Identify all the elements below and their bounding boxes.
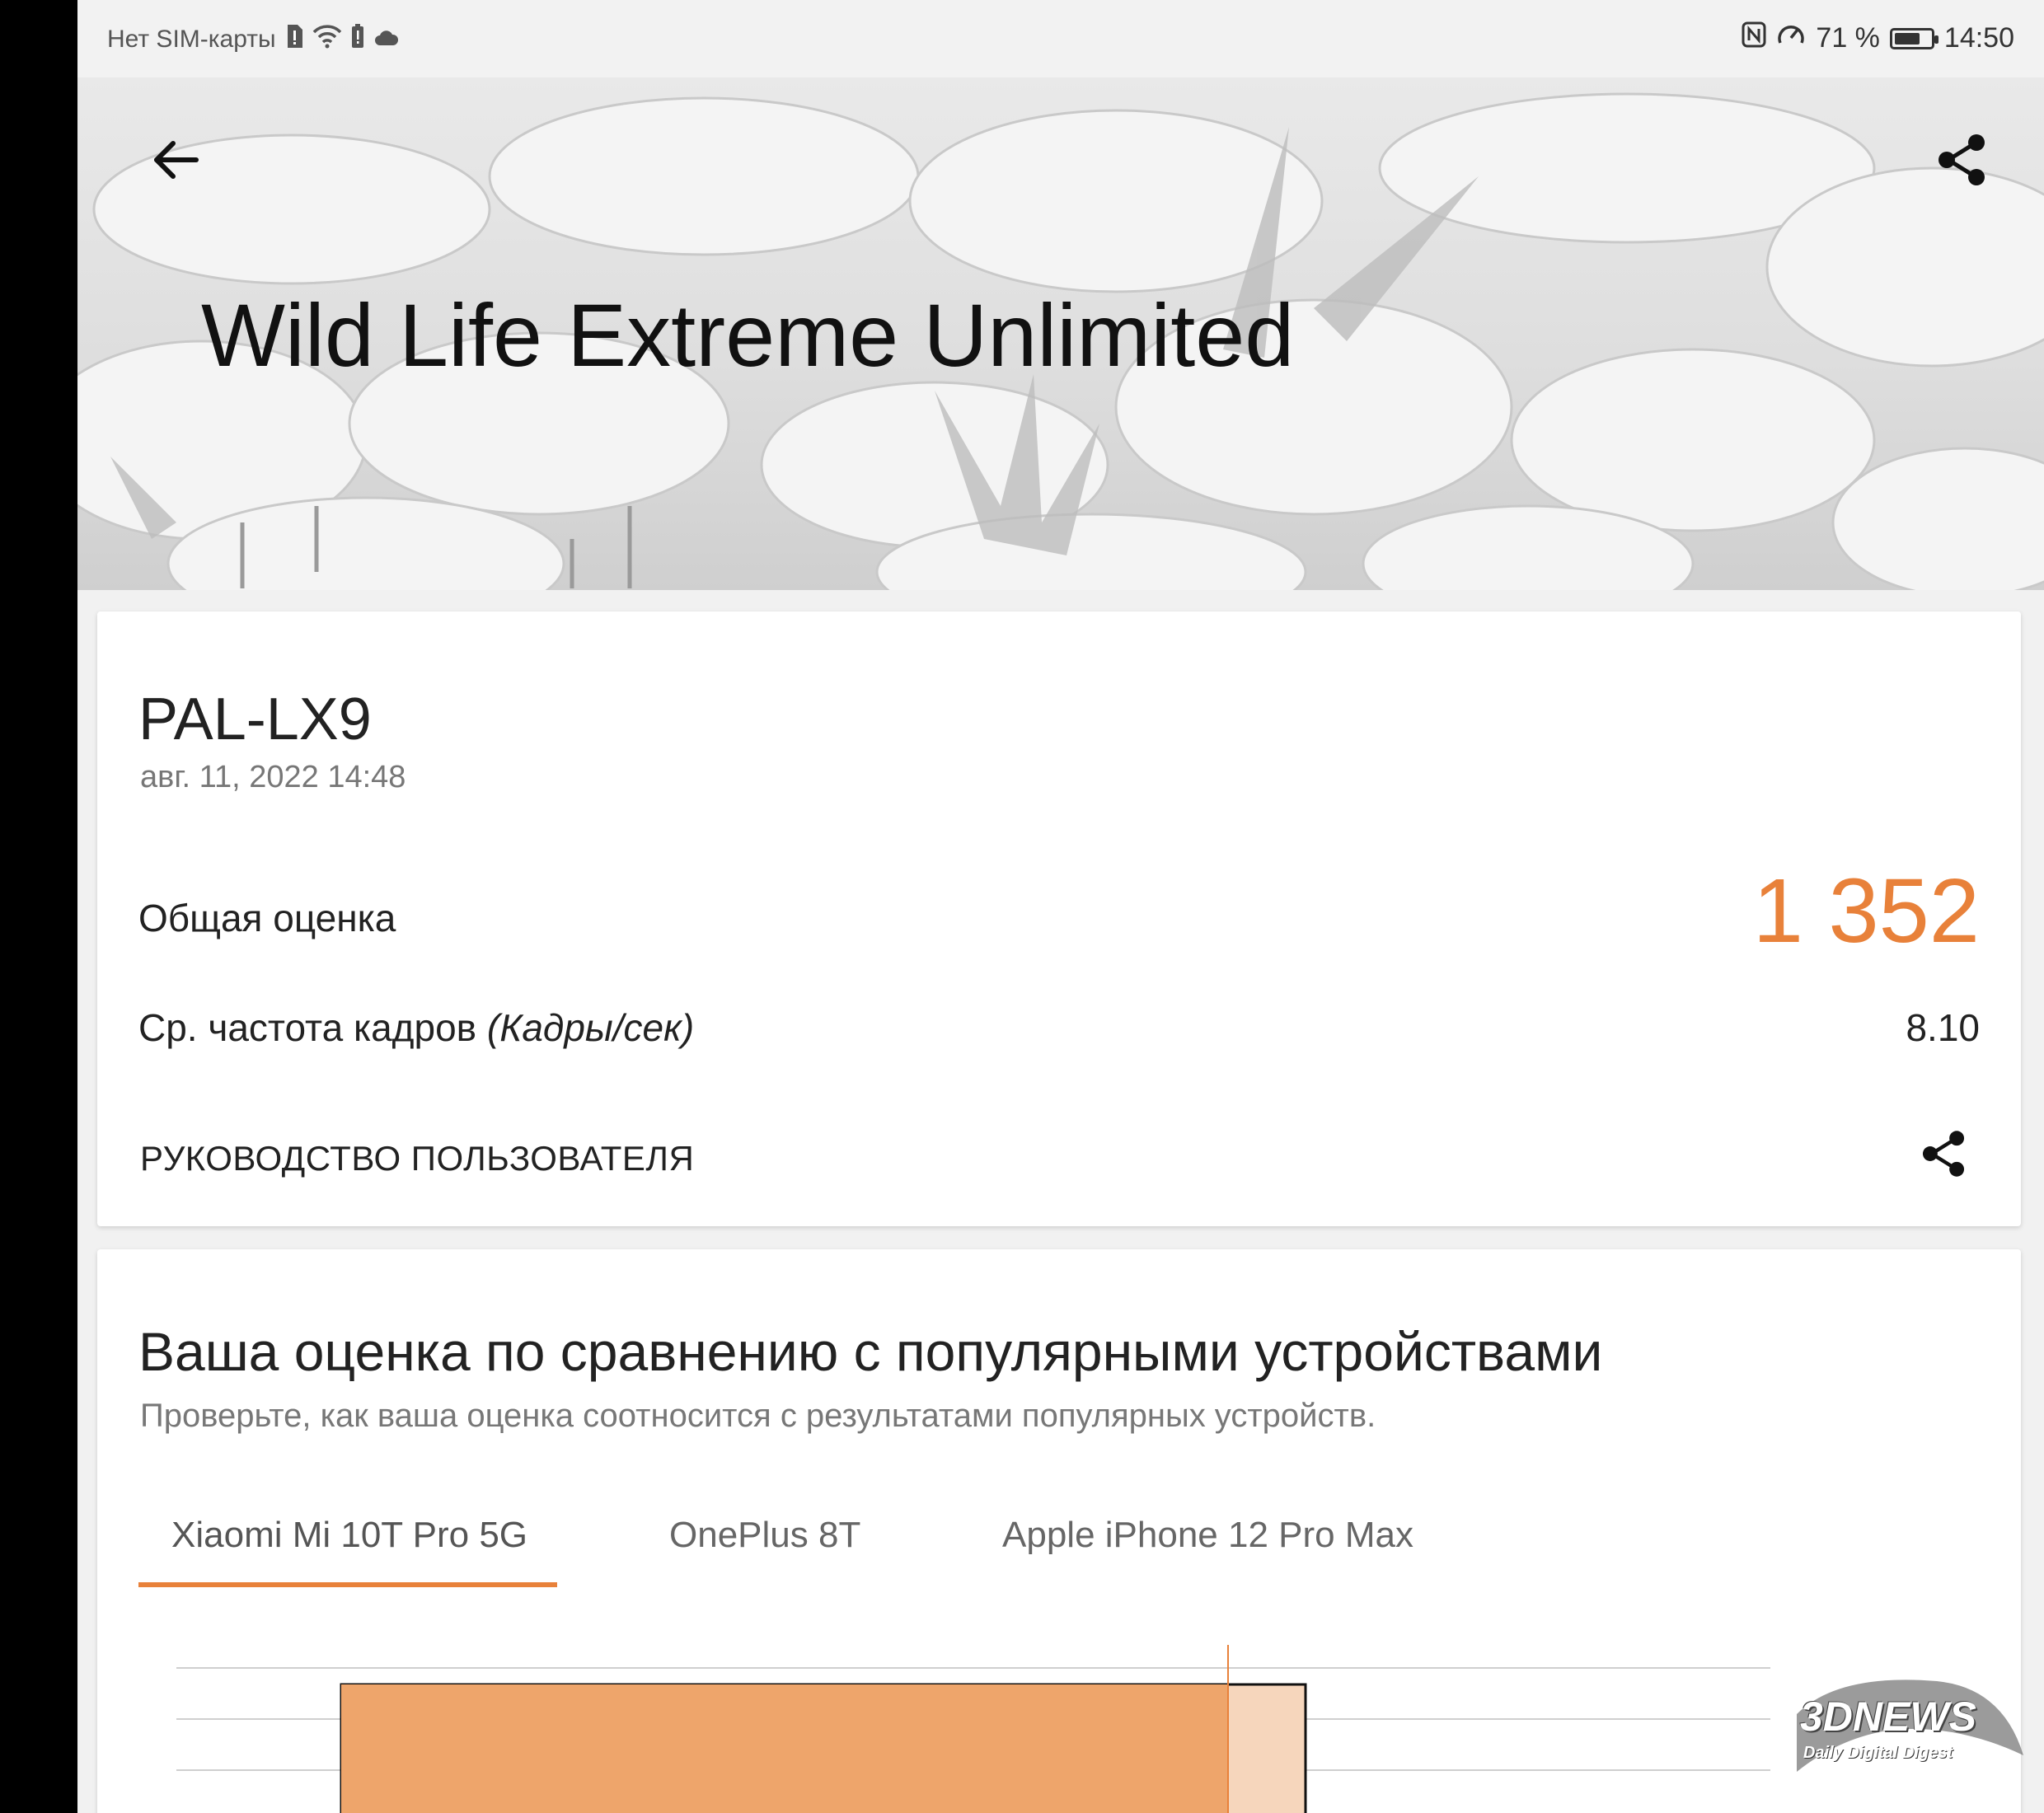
comparison-card: Ваша оценка по сравнению с популярными у… (97, 1249, 2021, 1813)
3dnews-watermark: 3DNEWS Daily Digital Digest (1788, 1665, 2028, 1780)
status-bar: Нет SIM-карты 71 % 14:50 (77, 0, 2044, 77)
fps-label-text: Ср. частота кадров (138, 1006, 477, 1049)
wifi-icon (312, 24, 342, 55)
battery-icon (1889, 27, 1939, 49)
comparison-chart (176, 1645, 1770, 1813)
status-right: 71 % 14:50 (1742, 21, 2014, 55)
result-date: авг. 11, 2022 14:48 (140, 760, 406, 794)
status-left: Нет SIM-карты (107, 23, 398, 56)
tab-xiaomi-mi-10t-pro[interactable]: Xiaomi Mi 10T Pro 5G (171, 1515, 527, 1556)
overall-score-value: 1 352 (1752, 860, 1980, 962)
tab-apple-iphone-12-pro-max[interactable]: Apple iPhone 12 Pro Max (1002, 1515, 1413, 1556)
user-guide-link[interactable]: РУКОВОДСТВО ПОЛЬЗОВАТЕЛЯ (140, 1139, 694, 1178)
device-name: PAL-LX9 (138, 686, 372, 752)
comparison-title: Ваша оценка по сравнению с популярными у… (138, 1321, 1603, 1382)
result-share-button[interactable] (1915, 1126, 1971, 1182)
share-icon (1939, 134, 1985, 185)
score-bar (341, 1684, 1228, 1813)
clock: 14:50 (1943, 22, 2014, 54)
arrow-left-icon (154, 141, 199, 179)
battery-alert-icon (350, 23, 365, 56)
carrier-text: Нет SIM-карты (107, 26, 276, 53)
app-screen: Нет SIM-карты 71 % 14:50 Wild Life Extre… (77, 0, 2044, 1813)
result-card: PAL-LX9 авг. 11, 2022 14:48 Общая оценка… (97, 611, 2021, 1226)
watermark-brand: 3DNEWS (1800, 1694, 1976, 1740)
battery-fill (1894, 32, 1920, 45)
comparison-subtitle: Проверьте, как ваша оценка соотносится с… (140, 1398, 1376, 1434)
fps-value: 8.10 (1906, 1006, 1980, 1049)
back-button[interactable] (143, 129, 206, 191)
share-icon (1922, 1131, 1965, 1177)
page-title: Wild Life Extreme Unlimited (201, 285, 1295, 385)
header-share-button[interactable] (1930, 129, 1993, 191)
speedometer-icon (1776, 21, 1806, 55)
cloud-icon (373, 26, 398, 54)
nfc-icon (1742, 21, 1766, 55)
battery-percent: 71 % (1816, 22, 1880, 54)
tab-oneplus-8t[interactable]: OnePlus 8T (669, 1515, 860, 1556)
watermark-tagline: Daily Digital Digest (1803, 1744, 1953, 1762)
sim-alert-icon (284, 23, 304, 56)
active-tab-indicator (138, 1582, 557, 1587)
hero-banner: Wild Life Extreme Unlimited (77, 77, 2044, 590)
fps-label: Ср. частота кадров (Кадры/сек) (138, 1005, 694, 1050)
overall-score-label: Общая оценка (138, 897, 396, 939)
fps-unit: (Кадры/сек) (486, 1006, 695, 1049)
